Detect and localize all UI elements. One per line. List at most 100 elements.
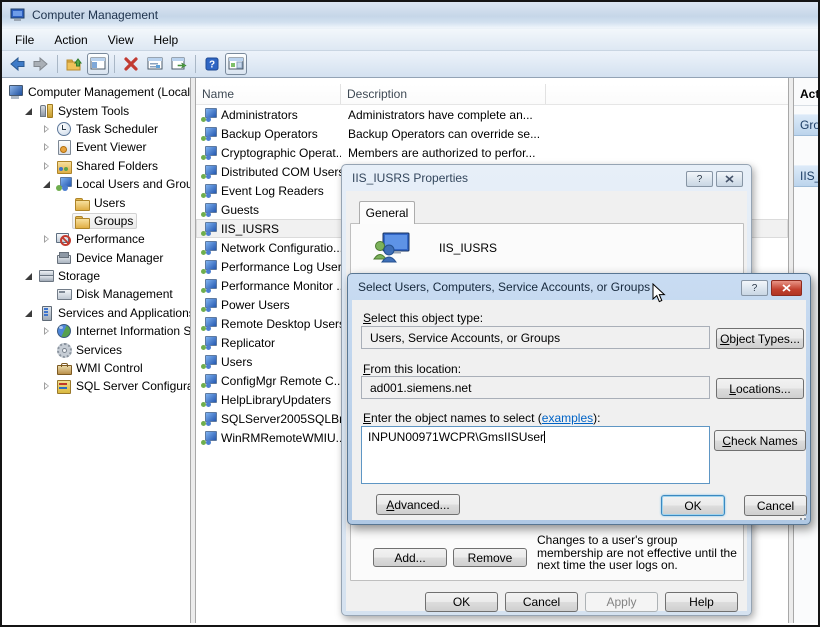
menu-file[interactable]: File [6, 31, 43, 49]
expander-spacer [40, 287, 54, 301]
object-type-field: Users, Service Accounts, or Groups [361, 326, 710, 349]
tab-general[interactable]: General [359, 201, 415, 224]
expander-open-icon[interactable] [22, 269, 36, 283]
advanced-button[interactable]: Advanced... [376, 494, 460, 515]
mouse-cursor [652, 283, 666, 307]
server-icon [38, 306, 54, 320]
help-button[interactable]: Help [665, 592, 738, 612]
title-bar: Computer Management [2, 2, 818, 29]
expander-open-icon[interactable] [22, 104, 36, 118]
ok-button[interactable]: OK [661, 495, 725, 516]
tree-item-device-manager[interactable]: Device Manager [2, 249, 190, 267]
locations-button[interactable]: Locations... [716, 378, 804, 399]
group-icon [201, 431, 217, 445]
group-icon [201, 412, 217, 426]
remove-button[interactable]: Remove [453, 548, 527, 567]
tree-item-shared-folders[interactable]: Shared Folders [2, 157, 190, 175]
toolbar: ? [2, 51, 818, 78]
table-row[interactable]: Backup OperatorsBackup Operators can ove… [196, 124, 788, 143]
show-action-pane-button[interactable] [225, 53, 247, 75]
text-caret [544, 431, 545, 443]
expander-closed-icon[interactable] [40, 122, 54, 136]
cancel-button[interactable]: Cancel [744, 495, 807, 516]
group-icon [201, 108, 217, 122]
tree-item-local-users-and-groups[interactable]: Local Users and Groups [2, 175, 190, 193]
check-names-button[interactable]: Check Names [714, 430, 806, 451]
expander-open-icon[interactable] [22, 306, 36, 320]
group-icon [201, 279, 217, 293]
performance-icon [56, 232, 72, 246]
tree-item-performance[interactable]: Performance [2, 230, 190, 248]
delete-button[interactable] [120, 53, 142, 75]
toolbar-separator [195, 55, 196, 73]
menu-bar: File Action View Help [2, 29, 818, 51]
menu-view[interactable]: View [99, 31, 143, 49]
tree-item-task-scheduler[interactable]: Task Scheduler [2, 120, 190, 138]
group-icon [201, 184, 217, 198]
help-button[interactable]: ? [741, 280, 768, 296]
forward-button[interactable] [30, 53, 52, 75]
menu-action[interactable]: Action [45, 31, 96, 49]
add-button[interactable]: Add... [373, 548, 447, 567]
tree-item-internet-information-services[interactable]: Internet Information Services [2, 322, 190, 340]
expander-closed-icon[interactable] [40, 140, 54, 154]
location-label: From this location: [363, 362, 461, 376]
actions-section-groups[interactable]: Gro [794, 114, 818, 136]
gear-icon [56, 343, 72, 357]
table-row[interactable]: AdministratorsAdministrators have comple… [196, 105, 788, 124]
properties-button[interactable] [144, 53, 166, 75]
expander-open-icon[interactable] [40, 177, 54, 191]
ok-button[interactable]: OK [425, 592, 498, 612]
device-manager-icon [56, 251, 72, 265]
tree-item-groups[interactable]: Groups [2, 212, 190, 230]
expander-closed-icon[interactable] [40, 379, 54, 393]
tree-item-sql-server-configuration[interactable]: SQL Server Configuration [2, 377, 190, 395]
group-icon [201, 222, 217, 236]
expander-spacer [40, 361, 54, 375]
menu-help[interactable]: Help [145, 31, 188, 49]
tree-item-services[interactable]: Services [2, 340, 190, 358]
event-viewer-icon [56, 140, 72, 154]
object-names-input[interactable]: INPUN00971WCPR\GmsIISUser [361, 426, 710, 484]
users-groups-icon [56, 177, 72, 191]
column-header-name[interactable]: Name [196, 84, 341, 104]
tree-item-services-and-applications[interactable]: Services and Applications [2, 304, 190, 322]
storage-icon [38, 269, 54, 283]
help-button[interactable]: ? [686, 171, 713, 187]
tree-item-system-tools[interactable]: System Tools [2, 101, 190, 119]
help-button[interactable]: ? [201, 53, 223, 75]
expander-closed-icon[interactable] [40, 232, 54, 246]
up-folder-button[interactable] [63, 53, 85, 75]
show-console-tree-button[interactable] [87, 53, 109, 75]
apply-button[interactable]: Apply [585, 592, 658, 612]
close-icon[interactable] [771, 280, 802, 296]
examples-link[interactable]: examples [542, 411, 593, 425]
actions-pane-header: Act [794, 85, 818, 106]
export-list-button[interactable] [168, 53, 190, 75]
expander-closed-icon[interactable] [40, 324, 54, 338]
tree-item-computer-management[interactable]: Computer Management (Local) [2, 83, 190, 101]
object-types-button[interactable]: Object Types... [716, 328, 804, 349]
group-icon [201, 317, 217, 331]
console-tree: Computer Management (Local) System Tools… [2, 78, 190, 623]
column-header-description[interactable]: Description [341, 84, 546, 104]
tree-item-storage[interactable]: Storage [2, 267, 190, 285]
tree-item-users[interactable]: Users [2, 193, 190, 211]
group-icon [201, 336, 217, 350]
actions-section-iis-iusrs[interactable]: IIS_ [794, 165, 818, 187]
computer-icon [8, 85, 24, 99]
tree-item-event-viewer[interactable]: Event Viewer [2, 138, 190, 156]
table-row[interactable]: Cryptographic Operat...Members are autho… [196, 143, 788, 162]
group-icon [201, 127, 217, 141]
expander-closed-icon[interactable] [40, 159, 54, 173]
tree-item-disk-management[interactable]: Disk Management [2, 285, 190, 303]
tree-item-wmi-control[interactable]: WMI Control [2, 359, 190, 377]
object-names-label: Enter the object names to select (exampl… [363, 411, 600, 425]
cancel-button[interactable]: Cancel [505, 592, 578, 612]
back-button[interactable] [6, 53, 28, 75]
expander-spacer [58, 214, 72, 228]
group-icon [201, 165, 217, 179]
close-icon[interactable] [716, 171, 743, 187]
resize-grip[interactable] [804, 518, 806, 520]
toolbar-separator [114, 55, 115, 73]
